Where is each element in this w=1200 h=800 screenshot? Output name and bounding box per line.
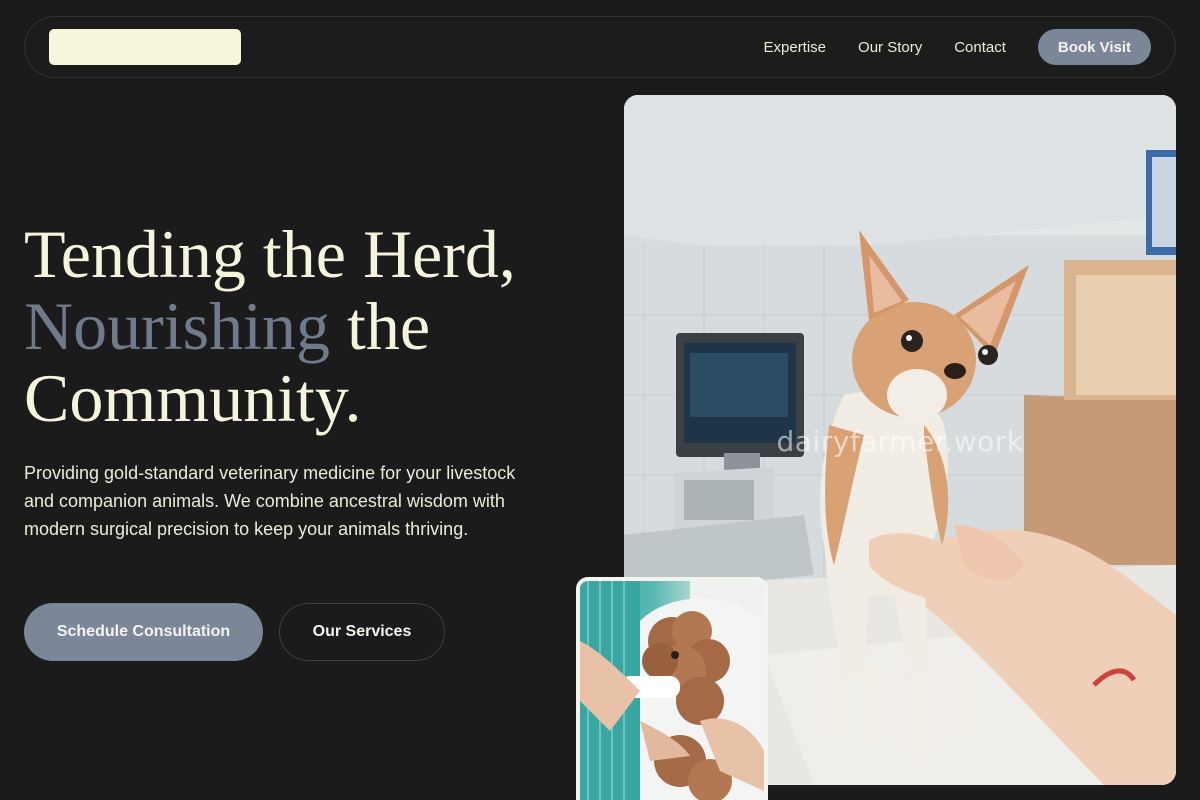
hero-headline: Tending the Herd, Nourishing the Communi… (24, 218, 604, 434)
schedule-consultation-button[interactable]: Schedule Consultation (24, 603, 263, 661)
book-visit-button[interactable]: Book Visit (1037, 29, 1151, 65)
poodle-illustration (580, 581, 764, 800)
image-watermark: dairyfarmer.work (776, 425, 1024, 458)
headline-line-3: Community. (24, 360, 362, 436)
landing-page: Expertise Our Story Contact Book Visit T… (0, 0, 1200, 800)
top-navigation: Expertise Our Story Contact Book Visit (24, 16, 1176, 78)
headline-line-2-rest: the (330, 288, 431, 364)
nav-link-our-story[interactable]: Our Story (858, 39, 922, 56)
headline-line-1: Tending the Herd, (24, 216, 516, 292)
nav-links: Expertise Our Story Contact Book Visit (764, 29, 1151, 65)
brand-logo[interactable] (49, 29, 241, 65)
our-services-button[interactable]: Our Services (279, 603, 445, 661)
hero-description: Providing gold-standard veterinary medic… (24, 463, 516, 539)
nav-link-expertise[interactable]: Expertise (764, 39, 827, 56)
nav-link-contact[interactable]: Contact (954, 39, 1006, 56)
headline-accent-word: Nourishing (24, 288, 330, 364)
inset-photo-poodle (576, 577, 768, 800)
